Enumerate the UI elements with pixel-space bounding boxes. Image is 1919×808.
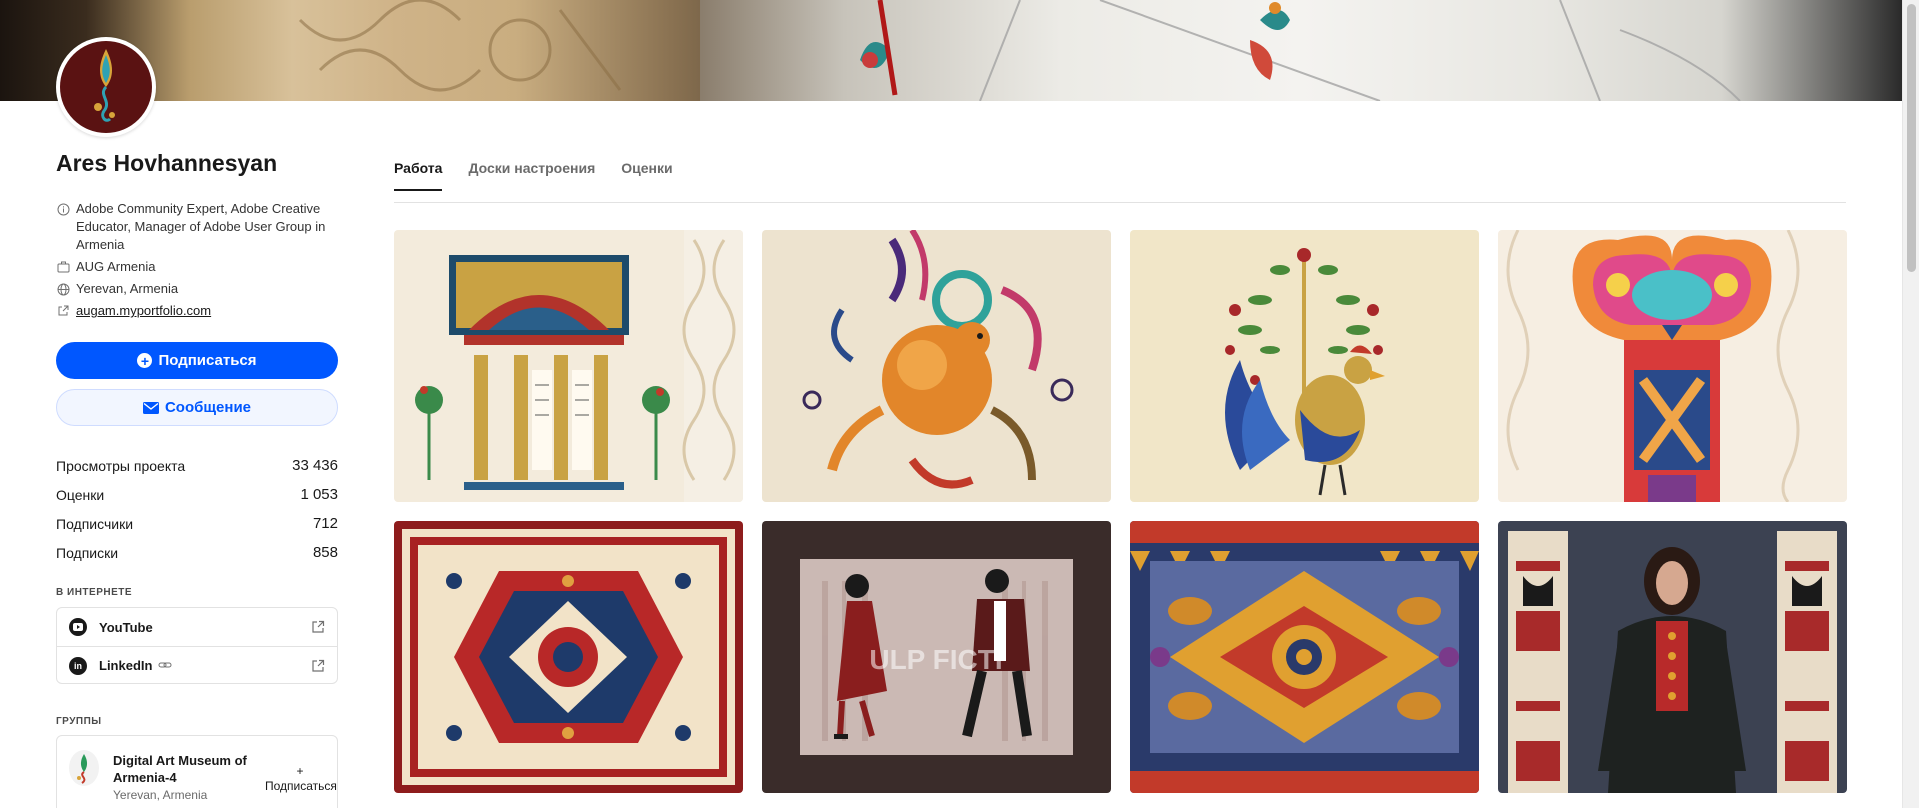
project-thumbnail xyxy=(1130,521,1479,793)
project-card-ornamental-letter[interactable] xyxy=(1498,230,1847,502)
profile-tabs: Работа Доски настроения Оценки xyxy=(394,160,673,191)
stat-row-followers[interactable]: Подписчики 712 xyxy=(56,509,338,538)
tab-appreciations[interactable]: Оценки xyxy=(621,160,672,190)
banner-ornaments xyxy=(298,0,1741,101)
group-name[interactable]: Digital Art Museum of Armenia-4 xyxy=(113,752,263,786)
web-link-label-wrap: LinkedIn xyxy=(99,658,311,673)
thumbnail-overlay-text: ULP FICTI xyxy=(869,644,1002,675)
stat-label: Оценки xyxy=(56,486,105,503)
project-card-gold-carpet[interactable] xyxy=(1130,521,1479,793)
group-location: Yerevan, Armenia xyxy=(113,788,208,802)
tab-moodboards[interactable]: Доски настроения xyxy=(468,160,595,190)
online-section-title: В ИНТЕРНЕТЕ xyxy=(56,587,133,598)
page-scrollbar[interactable] xyxy=(1902,0,1919,808)
web-link-linkedin[interactable]: in LinkedIn xyxy=(57,646,337,684)
avatar[interactable] xyxy=(56,37,156,137)
project-thumbnail xyxy=(762,230,1111,502)
youtube-icon xyxy=(69,618,87,636)
linkedin-icon: in xyxy=(69,656,87,675)
scrollbar-thumb[interactable] xyxy=(1907,4,1916,272)
external-link-icon xyxy=(56,304,70,318)
online-links: YouTube in LinkedIn xyxy=(56,607,338,684)
message-button[interactable]: Сообщение xyxy=(56,389,338,426)
stat-label: Подписки xyxy=(56,544,119,561)
follow-button-label: Подписаться xyxy=(158,352,257,369)
mail-icon xyxy=(142,401,159,414)
globe-icon xyxy=(56,282,70,296)
stat-row-following[interactable]: Подписки 858 xyxy=(56,538,338,567)
project-card-manuscript-arch[interactable] xyxy=(394,230,743,502)
follow-button[interactable]: + Подписаться xyxy=(56,342,338,379)
profile-website-link[interactable]: augam.myportfolio.com xyxy=(76,302,351,320)
profile-banner xyxy=(0,0,1902,101)
stat-label: Подписчики xyxy=(56,515,134,532)
avatar-image xyxy=(60,41,152,133)
stat-value: 33 436 xyxy=(292,457,338,474)
project-card-rooster-tree[interactable] xyxy=(1130,230,1479,502)
stat-value: 1 053 xyxy=(300,486,338,503)
tab-work[interactable]: Работа xyxy=(394,160,443,191)
stat-row-project-views: Просмотры проекта 33 436 xyxy=(56,451,338,480)
project-thumbnail xyxy=(394,521,743,793)
tabs-divider xyxy=(394,202,1846,203)
stat-value: 858 xyxy=(312,544,338,561)
project-card-griffin-ornament[interactable] xyxy=(762,230,1111,502)
group-follow-button[interactable]: + Подписаться xyxy=(265,764,337,794)
external-link-icon xyxy=(311,620,325,634)
project-thumbnail: ULP FICTI xyxy=(762,521,1111,793)
briefcase-icon xyxy=(56,260,70,274)
stat-label: Просмотры проекта xyxy=(56,457,186,474)
groups-section-title: ГРУППЫ xyxy=(56,716,102,727)
profile-company: AUG Armenia xyxy=(76,259,156,274)
group-logo xyxy=(69,750,99,786)
location-row: Yerevan, Armenia xyxy=(56,280,351,298)
project-thumbnail xyxy=(1498,230,1847,502)
project-thumbnail xyxy=(1130,230,1479,502)
stat-row-appreciations: Оценки 1 053 xyxy=(56,480,338,509)
profile-location: Yerevan, Armenia xyxy=(76,281,179,296)
profile-bio: Adobe Community Expert, Adobe Creative E… xyxy=(76,201,326,252)
message-button-label: Сообщение xyxy=(164,399,252,416)
info-icon xyxy=(56,202,70,216)
profile-stats: Просмотры проекта 33 436 Оценки 1 053 По… xyxy=(56,451,338,567)
project-thumbnail xyxy=(1498,521,1847,793)
website-row[interactable]: augam.myportfolio.com xyxy=(56,302,351,320)
verified-link-icon xyxy=(158,658,172,673)
project-card-woman-columns[interactable] xyxy=(1498,521,1847,793)
project-card-red-carpet[interactable] xyxy=(394,521,743,793)
web-link-label: YouTube xyxy=(99,619,153,635)
project-thumbnail xyxy=(394,230,743,502)
external-link-icon xyxy=(311,659,325,673)
stat-value: 712 xyxy=(312,515,338,532)
group-card[interactable]: Digital Art Museum of Armenia-4 Yerevan,… xyxy=(56,735,338,808)
project-card-pulp-fiction-dance[interactable]: ULP FICTI xyxy=(762,521,1111,793)
plus-icon: + xyxy=(137,353,153,368)
company-row: AUG Armenia xyxy=(56,258,351,276)
web-link-label: LinkedIn xyxy=(99,658,153,673)
web-link-youtube[interactable]: YouTube xyxy=(57,608,337,646)
project-grid: ULP FICTI xyxy=(394,230,1847,793)
bio-row: Adobe Community Expert, Adobe Creative E… xyxy=(56,200,351,254)
profile-name: Ares Hovhannesyan xyxy=(56,150,278,176)
